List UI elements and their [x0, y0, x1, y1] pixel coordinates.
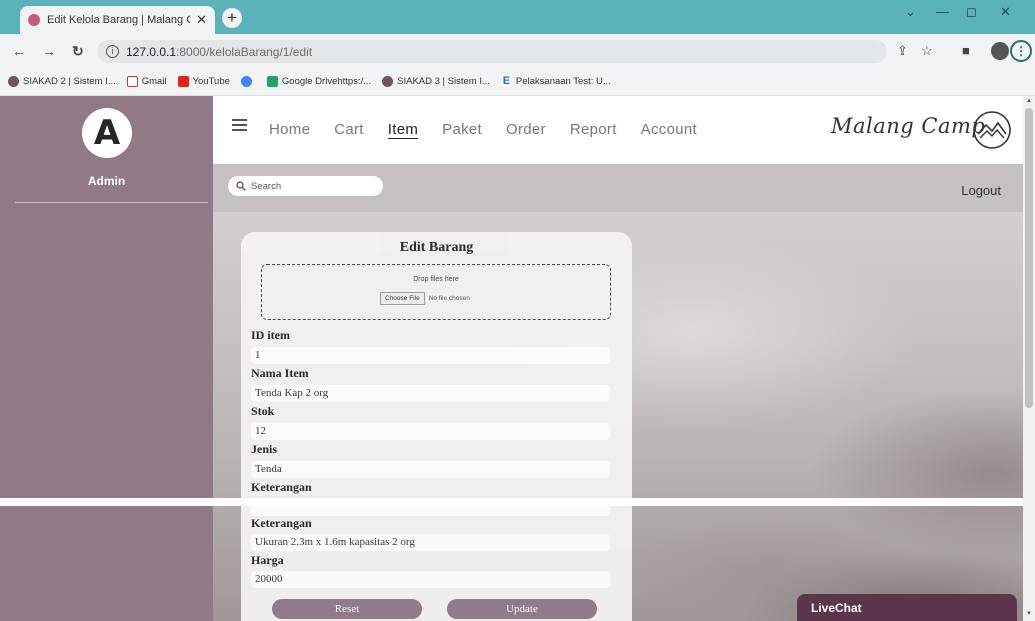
page-viewport: A Admin Home Cart Item Paket Order Repor… [0, 96, 1035, 621]
gmail-icon [126, 76, 138, 87]
stok-label: Stok [251, 404, 275, 418]
mountain-logo-icon [973, 111, 1011, 149]
reset-button[interactable]: Reset [272, 599, 422, 619]
nama-item-input[interactable]: Tenda Kap 2 org [251, 385, 610, 402]
bookmark-label: Pelaksanaan Test: U... [515, 76, 611, 87]
avatar-letter: A [93, 113, 121, 153]
share-icon[interactable]: ⇪ [897, 43, 908, 59]
address-bar[interactable]: i 127.0.0.1:8000/kelolaBarang/1/edit [97, 40, 887, 63]
bookmark-google-drive[interactable]: Google Drivehttps:/... [266, 76, 372, 87]
site-favicon-icon [28, 14, 40, 26]
bookmark-youtube[interactable]: YouTube [177, 76, 230, 87]
search-icon [236, 181, 246, 191]
siakad-icon [8, 76, 19, 87]
nav-account[interactable]: Account [641, 121, 697, 138]
harga-label: Harga [251, 553, 284, 567]
reload-icon[interactable]: ↻ [72, 43, 84, 60]
bookmarks-bar: SIAKAD 2 | Sistem I... Gmail YouTube Goo… [0, 68, 1035, 96]
url-host: 127.0.0.1 [126, 44, 177, 59]
livechat-widget[interactable]: LiveChat [797, 594, 1017, 621]
nav-item[interactable]: Item [388, 121, 418, 138]
search-strip: Search Logout [213, 164, 1023, 212]
nav-order[interactable]: Order [506, 121, 546, 138]
sidebar: A Admin [0, 96, 213, 621]
scroll-down-icon[interactable]: ▼ [1026, 611, 1032, 617]
choose-file-button[interactable]: Choose File [380, 292, 425, 305]
id-item-label: ID item [251, 328, 290, 342]
sidebar-toggle-icon[interactable]: ■ [962, 43, 970, 58]
bookmark-gmail[interactable]: Gmail [126, 76, 167, 87]
bookmark-label: Google Drivehttps:/... [281, 76, 372, 87]
bookmark-pelaksanaan-test[interactable]: E Pelaksanaan Test: U... [500, 75, 611, 87]
form-title: Edit Barang [399, 240, 474, 255]
brand-name: Malang Camp [831, 114, 986, 138]
file-input[interactable]: Choose File No file chosen [380, 292, 470, 305]
tab-close-icon[interactable]: ✕ [196, 12, 207, 28]
maximize-icon[interactable]: ◻ [966, 4, 977, 20]
update-button[interactable]: Update [447, 599, 597, 619]
youtube-icon [177, 76, 189, 87]
hamburger-menu-icon[interactable] [232, 119, 247, 131]
back-arrow-icon[interactable]: ← [12, 43, 26, 59]
siakad-icon [382, 76, 394, 87]
search-placeholder: Search [251, 180, 282, 192]
nav-report[interactable]: Report [570, 121, 617, 138]
nav-links: Home Cart Item Paket Order Report Accoun… [269, 121, 721, 138]
user-role-label: Admin [87, 174, 126, 188]
bookmark-star-icon[interactable]: ☆ [921, 43, 933, 59]
nav-home[interactable]: Home [269, 121, 310, 138]
nav-paket[interactable]: Paket [442, 121, 482, 138]
jenis-input[interactable]: Tenda [251, 461, 610, 478]
sidebar-divider [15, 202, 208, 203]
nama-item-label: Nama Item [251, 366, 309, 380]
drive-icon [266, 76, 278, 87]
page-scrollbar[interactable]: ▲ ▼ [1023, 96, 1035, 621]
file-dropzone[interactable]: Drop files here Choose File No file chos… [261, 264, 611, 320]
browser-menu-icon[interactable]: ⋮ [1010, 40, 1032, 62]
site-info-icon[interactable]: i [106, 45, 119, 58]
bookmark-label: SIAKAD 2 | Sistem I... [23, 76, 116, 87]
dropzone-text: Drop files here [413, 276, 459, 283]
scroll-up-icon[interactable]: ▲ [1026, 98, 1032, 104]
url-path: :8000/kelolaBarang/1/edit [176, 44, 313, 59]
screenshot-seam [0, 498, 1035, 506]
search-input[interactable]: Search [228, 176, 383, 196]
tab-title: Edit Kelola Barang | Malang Ca [47, 14, 191, 26]
logout-link[interactable]: Logout [961, 183, 1001, 198]
keterangan-label: Keterangan [251, 480, 312, 494]
profile-avatar-icon[interactable] [991, 42, 1009, 60]
keterangan-input-scrolled[interactable]: Ukuran 2.3m x 1.6m kapasitas 2 org [251, 534, 610, 551]
minimize-icon[interactable]: — [936, 4, 949, 19]
edit-item-form: Edit Barang Drop files here Choose File … [241, 232, 632, 621]
browser-tabbar: Edit Kelola Barang | Malang Ca ✕ + ⌄ — ◻… [0, 0, 1035, 34]
window-close-icon[interactable]: ✕ [1000, 4, 1011, 20]
bookmark-siakad-2[interactable]: SIAKAD 2 | Sistem I... [8, 76, 116, 87]
top-navbar: Home Cart Item Paket Order Report Accoun… [213, 96, 1023, 164]
browser-tab-active[interactable]: Edit Kelola Barang | Malang Ca ✕ [20, 6, 215, 34]
forward-arrow-icon[interactable]: → [42, 43, 56, 59]
tab-search-icon[interactable]: ⌄ [905, 4, 916, 20]
id-item-input[interactable]: 1 [251, 347, 610, 364]
bookmark-siakad-3[interactable]: SIAKAD 3 | Sistem I... [382, 76, 490, 87]
scroll-thumb[interactable] [1025, 108, 1033, 408]
harga-input[interactable]: 20000 [251, 571, 610, 588]
bookmark-label: SIAKAD 3 | Sistem I... [397, 76, 490, 87]
bookmark-label: Gmail [141, 76, 167, 87]
stok-input[interactable]: 12 [251, 423, 610, 440]
file-status: No file chosen [428, 295, 470, 302]
chrome-icon [240, 76, 252, 87]
bookmark-chrome[interactable] [240, 76, 256, 87]
nav-cart[interactable]: Cart [334, 121, 364, 138]
new-tab-button[interactable]: + [222, 8, 242, 28]
browser-toolbar: ← → ↻ i 127.0.0.1:8000/kelolaBarang/1/ed… [0, 34, 1035, 68]
bookmark-label: YouTube [192, 76, 230, 87]
avatar[interactable]: A [82, 108, 132, 158]
keterangan-label-scrolled: Keterangan [251, 516, 312, 530]
e-icon: E [500, 75, 512, 87]
jenis-label: Jenis [251, 442, 278, 456]
